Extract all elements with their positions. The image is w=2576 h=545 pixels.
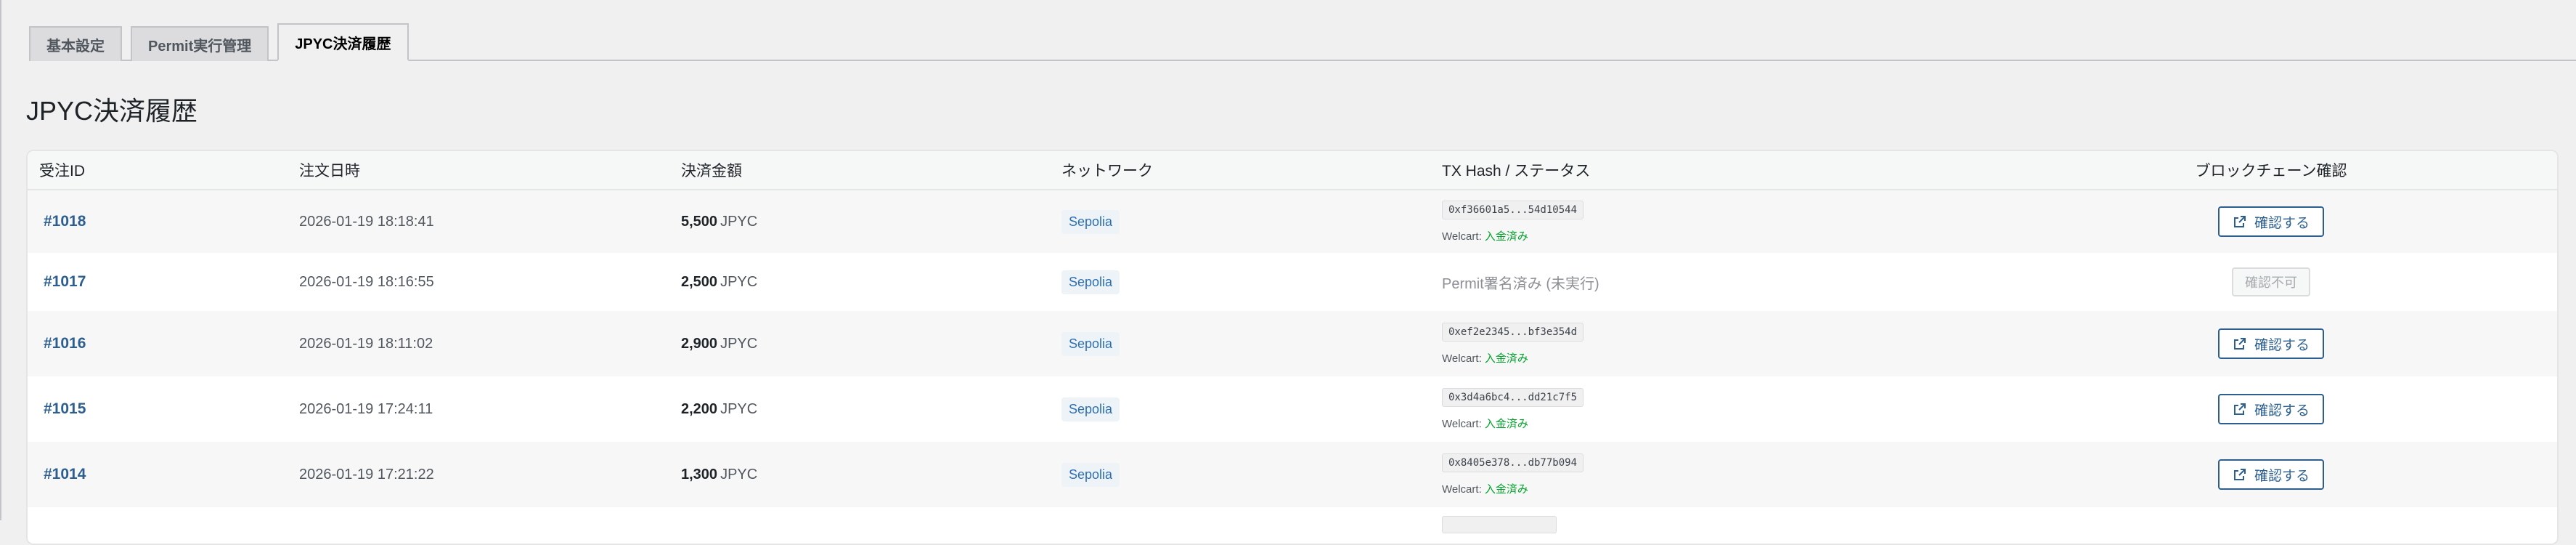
order-id-link[interactable]: #1015	[44, 400, 86, 418]
payment-history-table: 受注ID 注文日時 決済金額 ネットワーク TX Hash / ステータス ブロ…	[26, 150, 2559, 545]
tab-jpyc-payment-history[interactable]: JPYC決済履歴	[277, 23, 409, 61]
settings-tabs: 基本設定 Permit実行管理 JPYC決済履歴	[29, 22, 2576, 61]
table-row: #1018 2026-01-19 18:18:41 5,500 JPYC Sepo…	[28, 190, 2557, 253]
col-network: ネットワーク	[1061, 163, 1153, 179]
order-id-link[interactable]: #1018	[44, 213, 86, 230]
welcart-label: Welcart:	[1442, 352, 1485, 365]
amount-unit: JPYC	[720, 213, 758, 230]
network-badge: Sepolia	[1061, 462, 1120, 487]
payment-amount: 2,900 JPYC	[681, 311, 757, 376]
welcart-status: Welcart: 入金済み	[1442, 350, 1583, 366]
table-row: #1014 2026-01-19 17:21:22 1,300 JPYC Sepo…	[28, 442, 2557, 507]
confirm-button[interactable]: 確認する	[2217, 206, 2324, 237]
table-row: #1016 2026-01-19 18:11:02 2,900 JPYC Sepo…	[28, 311, 2557, 376]
col-order-id: 受注ID	[39, 163, 85, 179]
order-date: 2026-01-19 18:18:41	[299, 213, 434, 230]
welcart-status: Welcart: 入金済み	[1442, 416, 1583, 431]
payment-amount: 2,200 JPYC	[681, 376, 757, 442]
tx-hash: 0xef2e2345...bf3e354d	[1442, 322, 1584, 342]
amount-unit: JPYC	[720, 466, 758, 483]
network-badge: Sepolia	[1061, 209, 1120, 234]
payment-amount: 2,500 JPYC	[681, 253, 757, 311]
external-link-icon	[2233, 469, 2246, 480]
table-row: #1015 2026-01-19 17:24:11 2,200 JPYC Sepo…	[28, 376, 2557, 442]
confirm-button-label: 確認する	[2254, 403, 2310, 419]
confirm-button[interactable]: 確認する	[2217, 459, 2324, 490]
network-badge: Sepolia	[1061, 331, 1120, 356]
paid-status: 入金済み	[1484, 417, 1528, 430]
welcart-label: Welcart:	[1442, 417, 1485, 430]
network-badge: Sepolia	[1061, 397, 1120, 421]
amount-value: 2,500	[681, 273, 718, 290]
tx-hash: 0xf36601a5...54d10544	[1442, 200, 1584, 219]
welcart-label: Welcart:	[1442, 230, 1485, 243]
welcart-label: Welcart:	[1442, 483, 1485, 496]
permit-status: Permit署名済み (未実行)	[1442, 275, 1599, 292]
order-date: 2026-01-19 18:16:55	[299, 273, 434, 290]
amount-value: 2,200	[681, 400, 718, 417]
col-order-date: 注文日時	[299, 163, 360, 179]
col-blockchain-check: ブロックチェーン確認	[2195, 163, 2347, 179]
order-id-link[interactable]: #1014	[44, 466, 86, 483]
tab-permit-management[interactable]: Permit実行管理	[131, 26, 269, 61]
table-row: #1017 2026-01-19 18:16:55 2,500 JPYC Sepo…	[28, 253, 2557, 311]
welcart-status: Welcart: 入金済み	[1442, 228, 1583, 243]
confirm-button[interactable]: 確認する	[2217, 328, 2324, 359]
external-link-icon	[2233, 403, 2246, 415]
amount-value: 1,300	[681, 466, 718, 483]
tx-hash-partial	[1442, 516, 1557, 533]
order-date: 2026-01-19 17:24:11	[299, 400, 433, 417]
amount-unit: JPYC	[720, 335, 758, 352]
admin-menu-edge	[0, 0, 1, 520]
order-id-link[interactable]: #1016	[44, 335, 86, 352]
table-row-partial	[28, 507, 2557, 544]
external-link-icon	[2233, 216, 2246, 227]
confirm-button-label: 確認する	[2254, 468, 2310, 484]
paid-status: 入金済み	[1484, 352, 1528, 365]
network-badge: Sepolia	[1061, 270, 1120, 294]
paid-status: 入金済み	[1484, 483, 1528, 496]
paid-status: 入金済み	[1484, 230, 1528, 243]
tx-hash: 0x3d4a6bc4...dd21c7f5	[1442, 387, 1584, 407]
welcart-status: Welcart: 入金済み	[1442, 481, 1583, 496]
payment-amount: 1,300 JPYC	[681, 442, 757, 507]
order-date: 2026-01-19 17:21:22	[299, 466, 434, 483]
col-tx-status: TX Hash / ステータス	[1442, 163, 1591, 179]
amount-unit: JPYC	[720, 400, 758, 417]
amount-value: 5,500	[681, 213, 718, 230]
table-header: 受注ID 注文日時 決済金額 ネットワーク TX Hash / ステータス ブロ…	[28, 151, 2557, 190]
col-amount: 決済金額	[681, 163, 742, 179]
confirm-unavailable-button: 確認不可	[2232, 267, 2310, 296]
tab-basic-settings[interactable]: 基本設定	[29, 26, 122, 61]
tx-hash: 0x8405e378...db77b094	[1442, 453, 1584, 472]
payment-amount: 5,500 JPYC	[681, 190, 757, 253]
order-date: 2026-01-19 18:11:02	[299, 335, 433, 352]
confirm-button-label: 確認する	[2254, 215, 2310, 231]
confirm-button-label: 確認する	[2254, 337, 2310, 353]
amount-unit: JPYC	[720, 273, 758, 290]
page-title: JPYC決済履歴	[26, 96, 198, 126]
order-id-link[interactable]: #1017	[44, 273, 86, 291]
confirm-button[interactable]: 確認する	[2217, 394, 2324, 424]
external-link-icon	[2233, 338, 2246, 350]
amount-value: 2,900	[681, 335, 718, 352]
